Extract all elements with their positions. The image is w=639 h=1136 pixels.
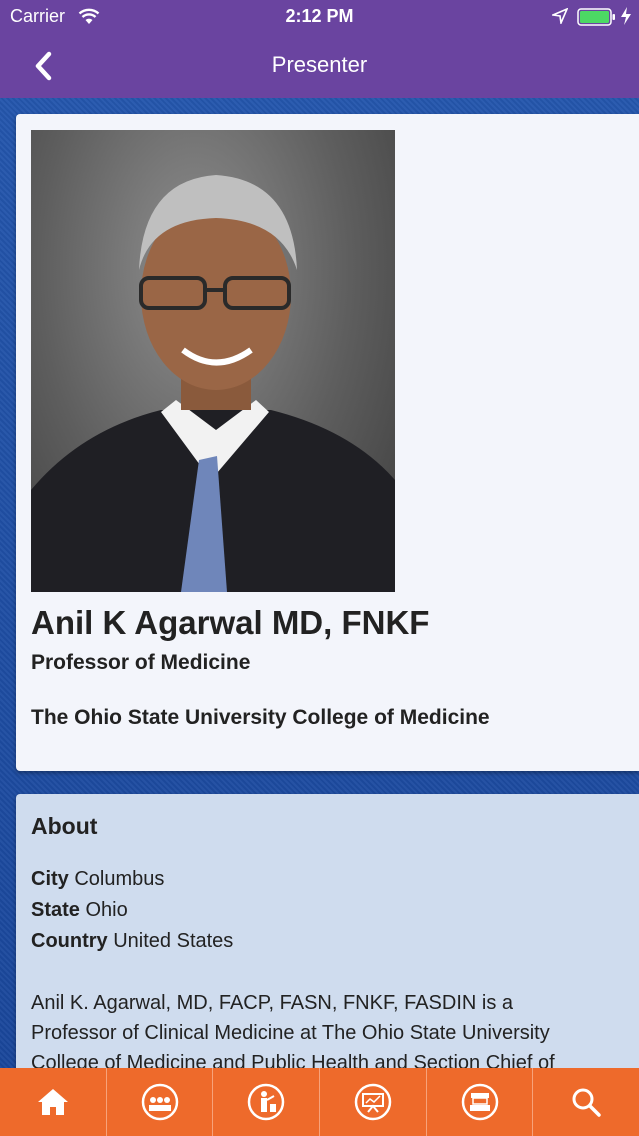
country-row: Country United States xyxy=(31,930,233,953)
home-icon xyxy=(37,1089,68,1115)
charging-bolt-icon xyxy=(620,6,632,31)
bio-line: Anil K. Agarwal, MD, FACP, FASN, FNKF, F… xyxy=(31,992,513,1014)
presenter-icon xyxy=(247,1083,285,1121)
location-arrow-icon xyxy=(550,7,569,29)
battery-icon xyxy=(577,8,617,31)
country-value: United States xyxy=(113,930,234,952)
exhibitor-icon xyxy=(461,1083,498,1121)
state-value: Ohio xyxy=(85,899,128,921)
audience-icon xyxy=(141,1083,178,1121)
about-heading: About xyxy=(31,813,98,839)
page-title: Presenter xyxy=(271,52,368,77)
clock: 2:12 PM xyxy=(285,6,354,26)
state-row: State Ohio xyxy=(31,899,128,922)
tab-exhibitors[interactable] xyxy=(427,1068,534,1136)
presentation-icon xyxy=(354,1083,392,1121)
tab-sessions[interactable] xyxy=(320,1068,427,1136)
city-value: Columbus xyxy=(74,868,165,890)
tab-presenters[interactable] xyxy=(213,1068,321,1136)
city-row: City Columbus xyxy=(31,868,164,891)
bio-line: Professor of Clinical Medicine at The Oh… xyxy=(31,1022,550,1044)
presenter-photo xyxy=(31,130,395,592)
presenter-card: Anil K Agarwal MD, FNKF Professor of Med… xyxy=(16,114,639,771)
about-card: About City Columbus State Ohio Country U… xyxy=(16,794,639,1084)
biography: Anil K. Agarwal, MD, FACP, FASN, FNKF, F… xyxy=(31,988,621,1078)
status-bar: Carrier 2:12 PM xyxy=(0,0,639,34)
presenter-position: Professor of Medicine xyxy=(31,651,251,674)
search-icon xyxy=(572,1088,601,1117)
presenter-name: Anil K Agarwal MD, FNKF xyxy=(31,604,430,641)
bottom-tab-bar xyxy=(0,1068,639,1136)
tab-home[interactable] xyxy=(0,1068,107,1136)
header: Carrier 2:12 PM Presenter xyxy=(0,0,639,98)
tab-search[interactable] xyxy=(533,1068,639,1136)
tab-attendees[interactable] xyxy=(107,1068,214,1136)
city-label: City xyxy=(31,868,69,890)
country-label: Country xyxy=(31,930,108,952)
state-label: State xyxy=(31,899,80,921)
presenter-organization: The Ohio State University College of Med… xyxy=(31,706,490,729)
